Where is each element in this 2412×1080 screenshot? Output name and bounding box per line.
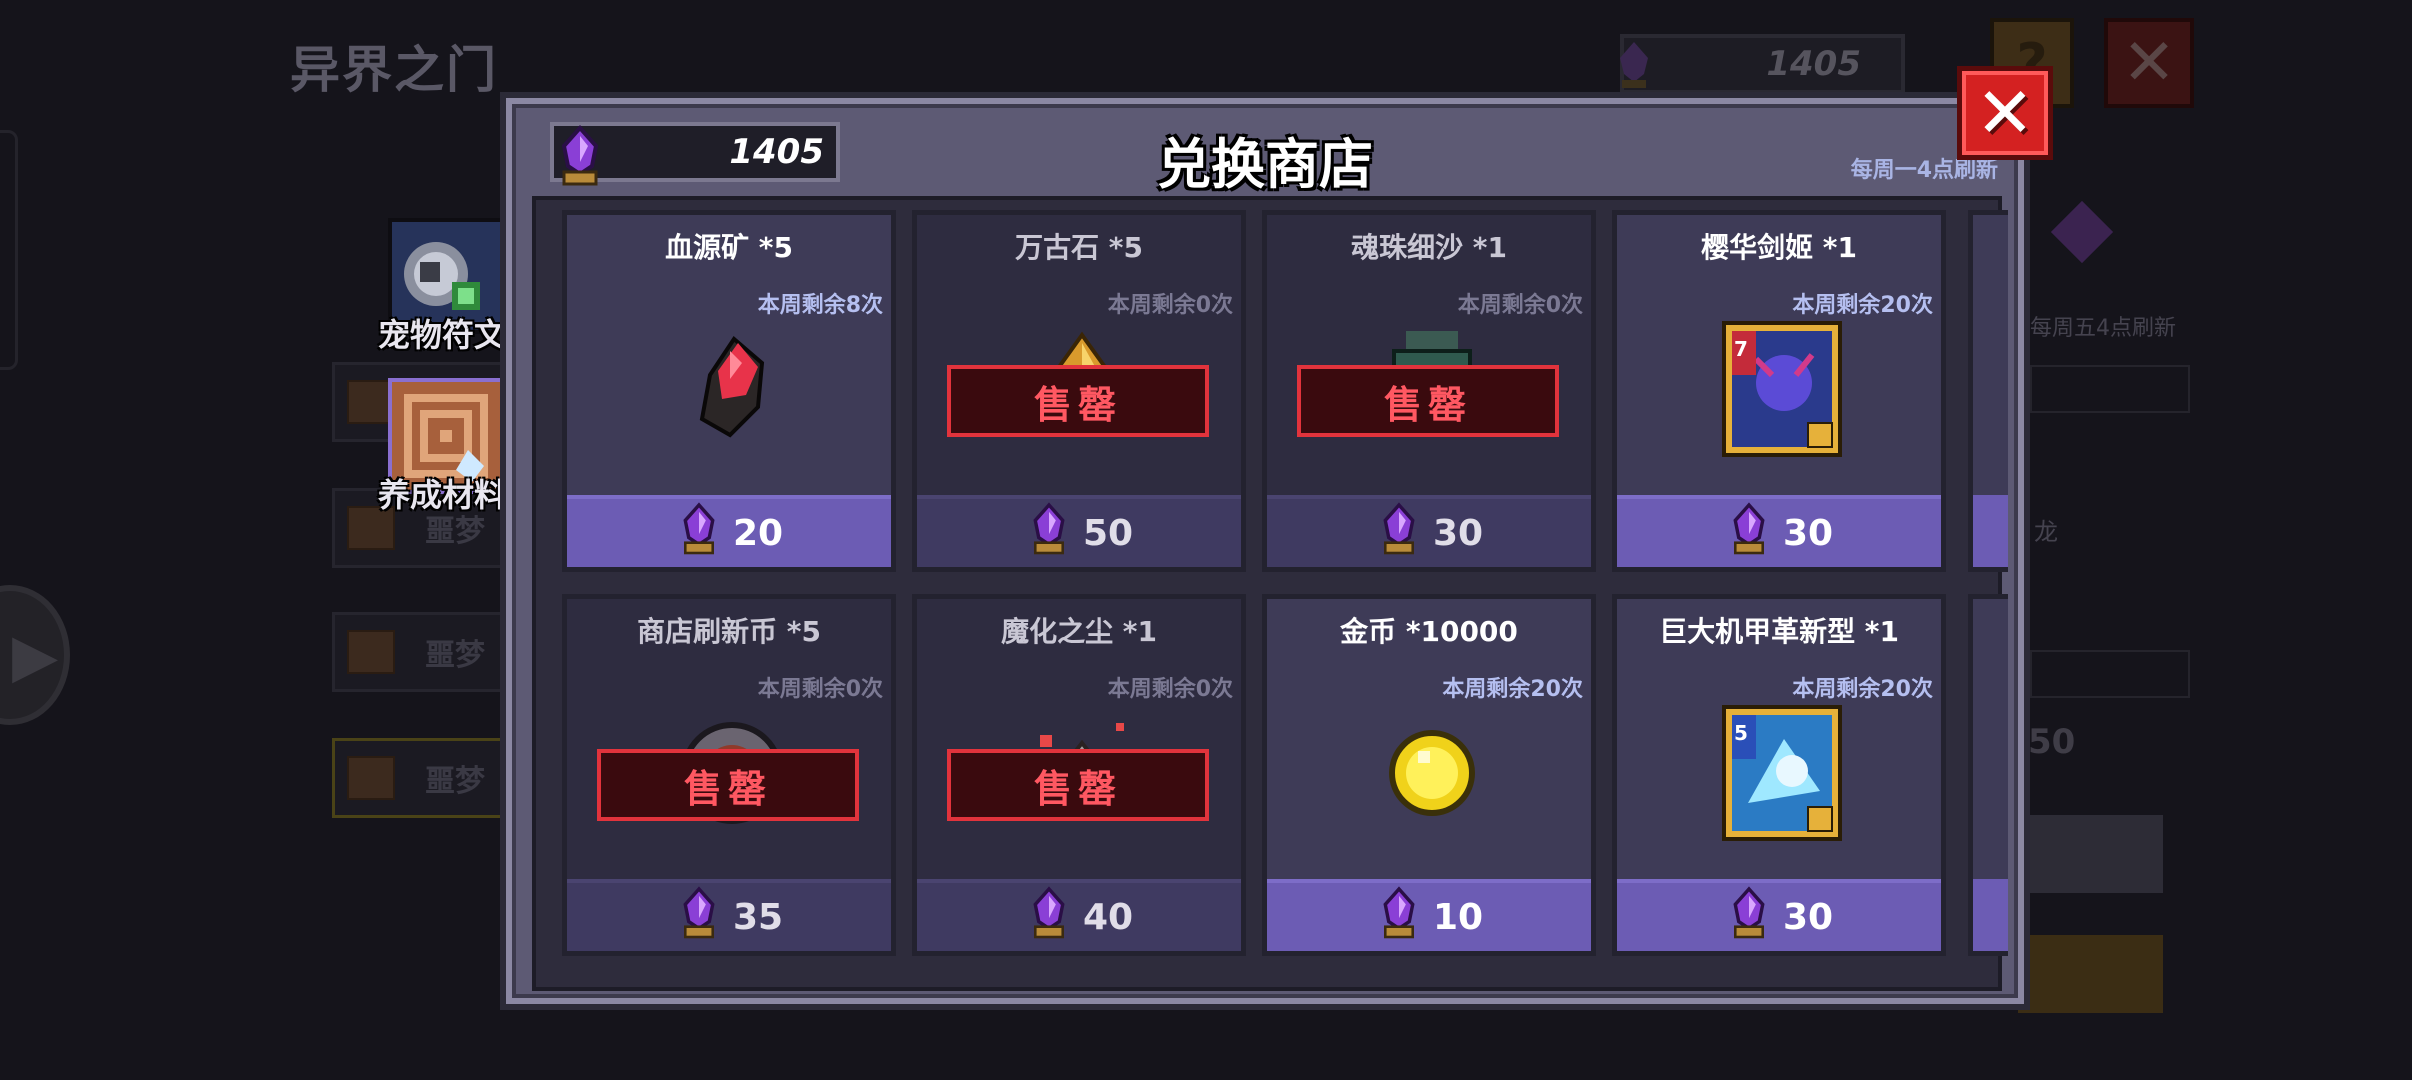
item-weekly-stock: 本周剩余0次	[1457, 293, 1583, 318]
shop-item-card[interactable]: 魂珠细沙 *1 本周剩余0次 30 售罄	[1262, 210, 1596, 572]
blood-ore-icon	[662, 319, 802, 459]
next-item-price-bar	[1973, 495, 2008, 567]
bg-list-row: 噩梦	[332, 612, 512, 692]
card-level-badge: 5	[1734, 721, 1748, 745]
bg-list-row-selected: 噩梦	[332, 738, 512, 818]
bg-currency-value: 1405	[1766, 44, 1861, 84]
shop-item-card[interactable]: 巨大机甲革新型 *1 本周剩余20次 5 30	[1612, 594, 1946, 956]
item-weekly-stock: 本周剩余0次	[1107, 293, 1233, 318]
card-level-badge: 7	[1734, 337, 1748, 361]
shop-item-grid[interactable]: 血源矿 *5 本周剩余8次 20 万古石 *5 本周剩余0次 50 售罄 魂珠细沙 *1 本周剩…	[532, 196, 2008, 991]
item-price: 20	[732, 512, 784, 554]
item-price: 35	[732, 896, 784, 938]
shop-item-card[interactable]: 商店刷新币 *5 本周剩余0次 35 售罄	[562, 594, 896, 956]
arrow-right-icon: ▶	[12, 621, 59, 691]
bg-right-field	[2030, 650, 2190, 698]
item-name: 巨大机甲革新型 *1	[1659, 615, 1899, 648]
close-icon: ✕	[1975, 72, 2035, 154]
item-name: 万古石 *5	[1015, 231, 1143, 264]
bg-page-title: 异界之门	[290, 41, 498, 99]
bg-close-glyph: ✕	[2122, 26, 2176, 100]
purple-gem-icon	[1375, 885, 1423, 950]
bg-right-dragon-text: 龙	[2034, 518, 2058, 546]
purple-gem-icon	[1725, 501, 1773, 566]
next-item-card-partial[interactable]	[1968, 210, 2008, 572]
bg-right-button	[2018, 815, 2163, 893]
bg-right-button	[2018, 935, 2163, 1013]
bg-left-edge	[0, 130, 18, 370]
category-tab-label: 宠物符文	[378, 316, 507, 354]
category-tab-label: 养成材料	[378, 476, 507, 514]
purple-gem-icon	[1725, 885, 1773, 950]
next-item-price-bar	[1973, 879, 2008, 951]
bg-purple-crystal-icon	[2050, 200, 2114, 264]
sold-out-stamp: 售罄	[1297, 365, 1559, 437]
item-weekly-stock: 本周剩余20次	[1792, 677, 1933, 702]
purple-gem-icon	[1025, 885, 1073, 950]
item-name: 金币 *10000	[1340, 615, 1518, 648]
item-price: 40	[1082, 896, 1134, 938]
item-price: 30	[1782, 512, 1834, 554]
bg-chest-icon	[347, 756, 395, 800]
item-weekly-stock: 本周剩余0次	[757, 677, 883, 702]
bg-list-row-label: 噩梦	[425, 764, 485, 799]
item-name: 商店刷新币 *5	[637, 615, 821, 648]
sold-out-stamp: 售罄	[947, 365, 1209, 437]
item-price: 10	[1432, 896, 1484, 938]
sold-out-stamp: 售罄	[597, 749, 859, 821]
bg-next-arrow: ▶	[0, 585, 70, 725]
item-price-bar: 30	[1617, 495, 1941, 567]
shop-item-card[interactable]: 血源矿 *5 本周剩余8次 20	[562, 210, 896, 572]
item-price-bar: 30	[1617, 879, 1941, 951]
item-price: 30	[1782, 896, 1834, 938]
shop-item-card[interactable]: 樱华剑姬 *1 本周剩余20次 7 30	[1612, 210, 1946, 572]
item-weekly-stock: 本周剩余20次	[1792, 293, 1933, 318]
bg-chest-icon	[347, 630, 395, 674]
item-price-bar: 35	[567, 879, 891, 951]
item-price: 50	[1082, 512, 1134, 554]
shop-item-card[interactable]: 万古石 *5 本周剩余0次 50 售罄	[912, 210, 1246, 572]
purple-gem-icon	[675, 885, 723, 950]
shop-item-card[interactable]: 魔化之尘 *1 本周剩余0次 40 售罄	[912, 594, 1246, 956]
purple-gem-icon	[675, 501, 723, 566]
bg-right-refresh-text: 每周五4点刷新	[2030, 316, 2176, 341]
bg-close-button: ✕	[2104, 18, 2194, 108]
bg-currency-display: 1405	[1620, 34, 1905, 94]
sold-out-stamp: 售罄	[947, 749, 1209, 821]
bg-right-field	[2030, 365, 2190, 413]
shop-item-card[interactable]: 金币 *10000 本周剩余20次 10	[1262, 594, 1596, 956]
item-weekly-stock: 本周剩余20次	[1442, 677, 1583, 702]
item-price-bar: 50	[917, 495, 1241, 567]
item-price-bar: 30	[1267, 495, 1591, 567]
item-weekly-stock: 本周剩余8次	[757, 293, 883, 318]
item-price: 30	[1432, 512, 1484, 554]
purple-gem-icon	[1375, 501, 1423, 566]
next-item-card-partial[interactable]	[1968, 594, 2008, 956]
item-price-bar: 20	[567, 495, 891, 567]
bg-list-row-label: 噩梦	[425, 638, 485, 673]
item-price-bar: 40	[917, 879, 1241, 951]
shop-title: 兑换商店	[1157, 133, 1373, 196]
item-name: 魔化之尘 *1	[1001, 615, 1157, 648]
item-name: 樱华剑姬 *1	[1701, 231, 1857, 264]
sakura-sword-card-icon: 7	[1712, 319, 1852, 459]
mecha-card-icon: 5	[1712, 703, 1852, 843]
item-name: 血源矿 *5	[665, 231, 793, 264]
shop-close-button[interactable]: ✕	[1957, 66, 2053, 160]
item-weekly-stock: 本周剩余0次	[1107, 677, 1233, 702]
item-name: 魂珠细沙 *1	[1351, 231, 1507, 264]
item-price-bar: 10	[1267, 879, 1591, 951]
gold-coin-icon	[1362, 703, 1502, 843]
bg-right-number: 50	[2028, 722, 2076, 762]
purple-gem-icon	[1025, 501, 1073, 566]
exchange-shop-panel: 1405 兑换商店 每周一4点刷新 血源矿 *5 本周剩余8次 20 万古石 *5 本周…	[500, 92, 2030, 1010]
